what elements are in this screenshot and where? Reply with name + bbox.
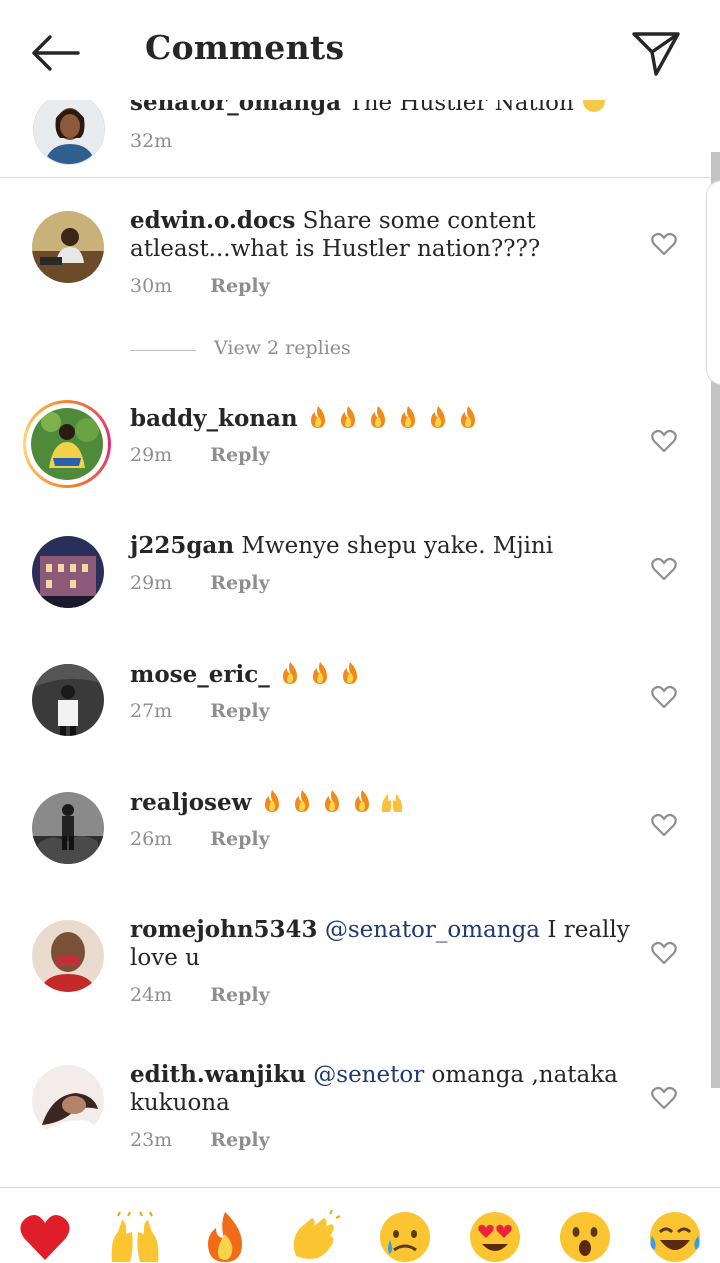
avatar[interactable]	[32, 1065, 104, 1137]
comment-text: baddy_konan	[130, 404, 630, 433]
comment-text: edwin.o.docs Share some content atleast.…	[130, 207, 541, 262]
comment-emojis	[305, 406, 485, 432]
clapping-hands-emoji-icon[interactable]	[286, 1209, 344, 1263]
comment-text: edith.wanjiku @senetor omanga ,nataka ku…	[130, 1061, 618, 1116]
direct-message-icon[interactable]	[630, 28, 682, 78]
fire-emoji-icon	[340, 406, 355, 428]
fire-emoji-icon	[354, 790, 369, 812]
avatar-story-ring[interactable]	[23, 400, 111, 488]
reply-button[interactable]: Reply	[210, 984, 269, 1006]
raised-hands-emoji-icon	[381, 794, 402, 812]
avatar[interactable]	[32, 536, 104, 608]
comment-emojis	[259, 790, 409, 816]
heart-icon[interactable]	[651, 941, 677, 965]
page-title: Comments	[145, 28, 345, 67]
fire-emoji-icon	[324, 790, 339, 812]
raised-hands-emoji-icon[interactable]	[106, 1210, 164, 1263]
comment-meta: 23m Reply	[130, 1129, 270, 1151]
heart-icon[interactable]	[651, 1086, 677, 1110]
comment-meta: 26m Reply	[130, 828, 270, 850]
mention-link[interactable]: @senator_omanga	[325, 917, 540, 943]
fire-emoji-icon	[460, 406, 475, 428]
fire-emoji-icon	[400, 406, 415, 428]
avatar[interactable]	[32, 664, 104, 736]
comment-meta: 24m Reply	[130, 984, 270, 1006]
heart-icon[interactable]	[651, 557, 677, 581]
heart-icon[interactable]	[651, 232, 677, 256]
top-bar: Comments	[0, 0, 720, 100]
mention-link[interactable]: @senetor	[313, 1062, 424, 1088]
avatar[interactable]	[33, 100, 105, 165]
post-caption: senator_omanga The Hustler Nation 32m	[0, 100, 720, 178]
fire-emoji-icon	[283, 662, 298, 684]
fire-emoji-icon	[370, 406, 385, 428]
side-panel-edge	[706, 180, 720, 385]
fire-emoji-icon	[430, 406, 445, 428]
caption-time: 32m	[130, 130, 173, 152]
comment-text: realjosew	[130, 788, 630, 817]
view-replies-label: View 2 replies	[214, 337, 351, 359]
comment-text: j225gan Mwenye shepu yake. Mjini	[130, 532, 554, 559]
avatar[interactable]	[32, 792, 104, 864]
heart-eyes-emoji-icon[interactable]	[466, 1210, 524, 1263]
comment-meta: 29m Reply	[130, 572, 270, 594]
back-arrow-icon[interactable]	[28, 30, 84, 76]
fire-emoji-icon	[313, 662, 328, 684]
comment-meta: 29m Reply	[130, 444, 270, 466]
reply-button[interactable]: Reply	[210, 1129, 269, 1151]
fire-emoji-icon	[343, 662, 358, 684]
comment-meta: 27m Reply	[130, 700, 270, 722]
open-mouth-emoji-icon[interactable]	[556, 1210, 614, 1263]
heart-icon[interactable]	[651, 813, 677, 837]
comment-meta: 30m Reply	[130, 275, 270, 297]
reply-button[interactable]: Reply	[210, 444, 269, 466]
tears-of-joy-emoji-icon[interactable]	[646, 1210, 704, 1263]
reply-button[interactable]: Reply	[210, 572, 269, 594]
fire-emoji-icon	[294, 790, 309, 812]
smile-emoji-icon	[583, 100, 606, 112]
fire-emoji-icon	[264, 790, 279, 812]
caption-text: senator_omanga The Hustler Nation	[130, 100, 611, 116]
avatar[interactable]	[32, 211, 104, 283]
red-heart-emoji-icon[interactable]	[16, 1210, 74, 1263]
avatar[interactable]	[32, 920, 104, 992]
fire-emoji-icon[interactable]	[196, 1210, 254, 1263]
reply-button[interactable]: Reply	[210, 700, 269, 722]
replies-divider	[130, 350, 196, 351]
comment-text: mose_eric_	[130, 660, 630, 689]
heart-icon[interactable]	[651, 685, 677, 709]
crying-face-emoji-icon[interactable]	[376, 1210, 434, 1263]
heart-icon[interactable]	[651, 429, 677, 453]
fire-emoji-icon	[310, 406, 325, 428]
comment-text: romejohn5343 @senator_omanga I really lo…	[130, 916, 630, 971]
comment-emojis	[277, 662, 367, 688]
emoji-reaction-bar	[0, 1187, 720, 1263]
reply-button[interactable]: Reply	[210, 828, 269, 850]
reply-button[interactable]: Reply	[210, 275, 269, 297]
